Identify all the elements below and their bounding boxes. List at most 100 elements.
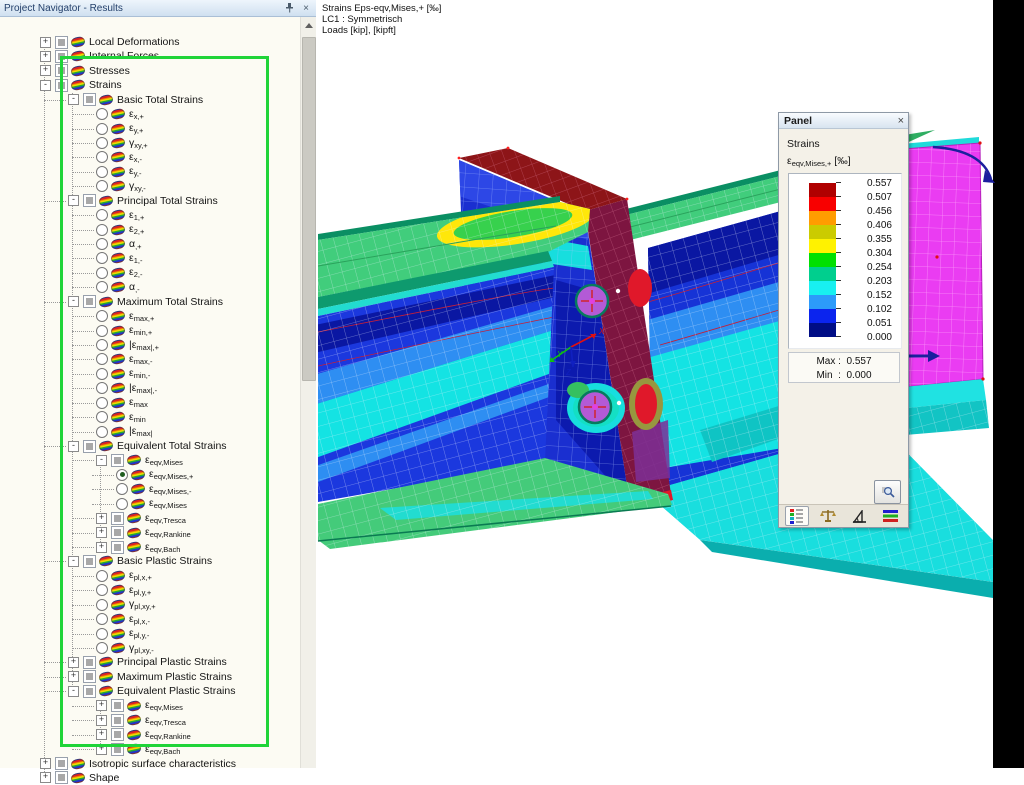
tree-radio[interactable] — [96, 252, 108, 264]
tree-item[interactable]: +Shape — [40, 771, 119, 785]
expand-icon[interactable]: + — [40, 772, 51, 783]
expand-icon[interactable]: + — [96, 715, 107, 726]
collapse-icon[interactable]: - — [96, 455, 107, 466]
tree-item[interactable]: ε2,- — [96, 266, 142, 280]
tree-item[interactable]: α,- — [96, 280, 140, 294]
tree-item[interactable]: εeqv,Mises,+ — [116, 468, 193, 482]
pin-icon[interactable] — [282, 2, 296, 14]
tree-radio[interactable] — [96, 353, 108, 365]
tree-item[interactable]: εy,- — [96, 165, 141, 179]
collapse-icon[interactable]: - — [68, 296, 79, 307]
tree-item[interactable]: γxy,+ — [96, 136, 148, 150]
tree-item[interactable]: γpl,xy,- — [96, 641, 154, 655]
tree-radio[interactable] — [96, 209, 108, 221]
tree-item[interactable]: εmin,+ — [96, 324, 152, 338]
expand-icon[interactable]: + — [40, 37, 51, 48]
scales-tab[interactable] — [816, 506, 840, 526]
tree-radio[interactable] — [96, 570, 108, 582]
tree-radio[interactable] — [96, 310, 108, 322]
collapse-icon[interactable]: - — [68, 441, 79, 452]
tree-radio[interactable] — [96, 325, 108, 337]
expand-icon[interactable]: + — [96, 729, 107, 740]
tree-item[interactable]: εx,+ — [96, 107, 144, 121]
tree-item[interactable]: +εeqv,Rankine — [96, 728, 191, 742]
tree-radio[interactable] — [96, 628, 108, 640]
tree-radio[interactable] — [116, 483, 128, 495]
expand-icon[interactable]: + — [96, 542, 107, 553]
expand-icon[interactable]: + — [96, 527, 107, 538]
panel-header[interactable]: Panel × — [779, 113, 908, 129]
scrollbar-thumb[interactable] — [302, 37, 316, 381]
tree-radio[interactable] — [96, 267, 108, 279]
tree-item[interactable]: εmax,+ — [96, 309, 154, 323]
tree-radio[interactable] — [96, 224, 108, 236]
expand-icon[interactable]: + — [96, 744, 107, 755]
tree-item[interactable]: |εmax|,+ — [96, 338, 159, 352]
tree-item[interactable]: ε1,- — [96, 251, 142, 265]
tree-radio[interactable] — [96, 426, 108, 438]
expand-icon[interactable]: + — [40, 51, 51, 62]
tree-checkbox[interactable] — [111, 743, 124, 756]
tree-checkbox[interactable] — [55, 757, 68, 770]
tree-item[interactable]: εeqv,Mises,- — [116, 482, 191, 496]
tree-checkbox[interactable] — [111, 526, 124, 539]
panel-close-icon[interactable]: × — [894, 115, 908, 127]
expand-icon[interactable]: + — [68, 657, 79, 668]
tree-radio[interactable] — [96, 368, 108, 380]
tree-item[interactable]: εx,- — [96, 150, 142, 164]
tree-radio[interactable] — [116, 498, 128, 510]
tree-item[interactable]: εpl,x,+ — [96, 569, 152, 583]
tree-item[interactable]: -Basic Plastic Strains — [68, 554, 212, 568]
tree-item[interactable]: ε1,+ — [96, 208, 144, 222]
tree-radio[interactable] — [96, 642, 108, 654]
tree-item[interactable]: +εeqv,Rankine — [96, 526, 191, 540]
tree-radio[interactable] — [96, 584, 108, 596]
tree-checkbox[interactable] — [83, 194, 96, 207]
colored-lines-tab[interactable] — [878, 506, 902, 526]
tree-radio[interactable] — [96, 137, 108, 149]
tree-item[interactable]: -Equivalent Total Strains — [68, 439, 227, 453]
tree-checkbox[interactable] — [111, 728, 124, 741]
tree-radio[interactable] — [96, 238, 108, 250]
tree-checkbox[interactable] — [55, 64, 68, 77]
tree-checkbox[interactable] — [55, 50, 68, 63]
close-icon[interactable]: × — [299, 2, 313, 14]
tree-item[interactable]: -Equivalent Plastic Strains — [68, 684, 235, 698]
tree-item[interactable]: +εeqv,Tresca — [96, 713, 186, 727]
angle-tab[interactable] — [847, 506, 871, 526]
scroll-up-arrow[interactable] — [301, 19, 316, 32]
tree-radio[interactable] — [96, 339, 108, 351]
tree-item[interactable]: +Stresses — [40, 64, 130, 78]
tree-item[interactable]: +εeqv,Mises — [96, 699, 183, 713]
tree-item[interactable]: +Principal Plastic Strains — [68, 655, 227, 669]
tree-item[interactable]: |εmax| — [96, 425, 153, 439]
expand-icon[interactable]: + — [96, 513, 107, 524]
tree-item[interactable]: εmax,- — [96, 352, 152, 366]
expand-icon[interactable]: + — [96, 700, 107, 711]
tree-radio[interactable] — [96, 151, 108, 163]
expand-icon[interactable]: + — [40, 65, 51, 76]
expand-icon[interactable]: + — [40, 758, 51, 769]
tree-radio[interactable] — [96, 599, 108, 611]
tree-item[interactable]: εpl,x,- — [96, 612, 150, 626]
tree-item[interactable]: +Isotropic surface characteristics — [40, 757, 236, 771]
tree-radio-selected[interactable] — [116, 469, 128, 481]
tree-checkbox[interactable] — [55, 771, 68, 784]
tree-item[interactable]: -Basic Total Strains — [68, 93, 203, 107]
tree-item[interactable]: εeqv,Mises — [116, 497, 187, 511]
tree-item[interactable]: εy,+ — [96, 122, 143, 136]
color-scale[interactable]: 0.5570.5070.4560.4060.3550.3040.2540.203… — [788, 173, 902, 349]
tree-radio[interactable] — [96, 382, 108, 394]
tree-checkbox[interactable] — [83, 295, 96, 308]
tree-checkbox[interactable] — [83, 440, 96, 453]
tree-item[interactable]: α,+ — [96, 237, 142, 251]
tree-radio[interactable] — [96, 281, 108, 293]
tree-checkbox[interactable] — [55, 79, 68, 92]
tree-checkbox[interactable] — [83, 555, 96, 568]
tree-checkbox[interactable] — [111, 699, 124, 712]
tree-item[interactable]: +εeqv,Bach — [96, 540, 180, 554]
tree-radio[interactable] — [96, 166, 108, 178]
tree-checkbox[interactable] — [83, 670, 96, 683]
tree-checkbox[interactable] — [83, 685, 96, 698]
expand-icon[interactable]: + — [68, 671, 79, 682]
